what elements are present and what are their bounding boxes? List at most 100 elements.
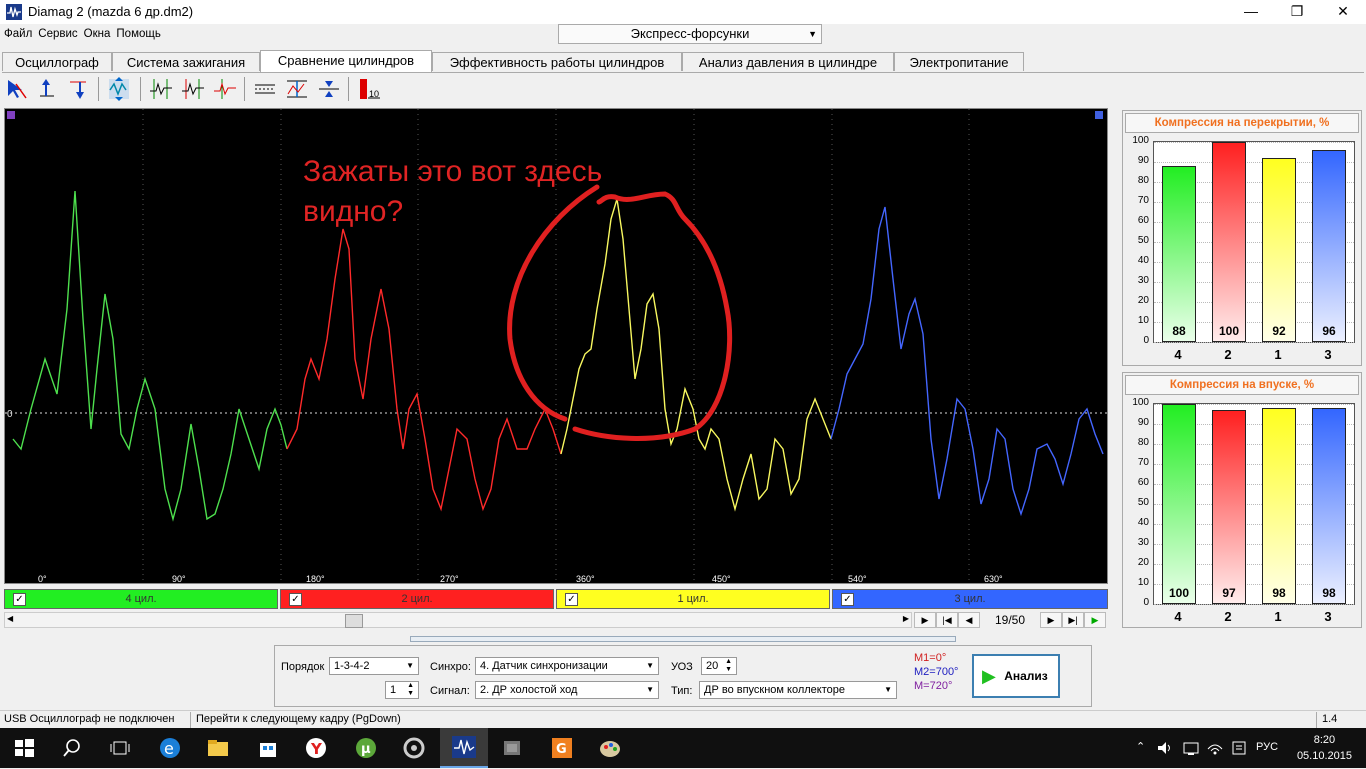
marker-2-handle[interactable] bbox=[1095, 111, 1103, 119]
tab-power[interactable]: Электропитание bbox=[894, 52, 1024, 71]
cylinder-4-label: 4 цил. bbox=[125, 593, 157, 605]
store-icon[interactable] bbox=[256, 736, 280, 760]
check-icon[interactable]: ✓ bbox=[13, 593, 26, 606]
cylinder-3-toggle[interactable]: ✓ 3 цил. bbox=[832, 589, 1108, 609]
cursors-icon bbox=[150, 79, 172, 99]
compress-button[interactable] bbox=[316, 76, 342, 102]
cylinder-1-toggle[interactable]: ✓ 1 цил. bbox=[556, 589, 830, 609]
bar-cyl-3 bbox=[1312, 150, 1346, 342]
zero-label: 0 bbox=[7, 409, 13, 420]
signal-select[interactable]: 2. ДР холостой ход ▼ bbox=[475, 681, 659, 699]
utorrent-icon[interactable]: µ bbox=[354, 736, 378, 760]
play-icon: ▶ bbox=[1091, 615, 1099, 625]
sync-select[interactable]: 4. Датчик синхронизации ▼ bbox=[475, 657, 659, 675]
network-icon[interactable] bbox=[1182, 739, 1200, 757]
yandex-browser-icon[interactable]: Y bbox=[304, 736, 328, 760]
tray-chevron-up-icon[interactable]: ⌃ bbox=[1136, 740, 1145, 753]
y-tick-label: 80 bbox=[1137, 437, 1149, 448]
tab-bar: Осциллограф Система зажигания Сравнение … bbox=[2, 50, 1364, 73]
scale-10-button[interactable]: 10 bbox=[356, 76, 382, 102]
clock-date: 05.10.2015 bbox=[1296, 750, 1352, 762]
type-select[interactable]: ДР во впускном коллекторе ▼ bbox=[699, 681, 897, 699]
uoz-spinner[interactable]: 20 ▲ ▼ bbox=[701, 657, 737, 675]
y-tick-label: 80 bbox=[1137, 175, 1149, 186]
edge-browser-icon[interactable]: e bbox=[158, 736, 182, 760]
amplitude-button[interactable] bbox=[284, 76, 310, 102]
scrollbar-thumb[interactable] bbox=[345, 614, 363, 628]
volume-icon[interactable] bbox=[1156, 739, 1174, 757]
menu-help[interactable]: Помощь bbox=[116, 28, 160, 40]
analyze-button[interactable]: ▶ Анализ bbox=[972, 654, 1060, 698]
toolbar: 10 bbox=[0, 73, 1366, 105]
tab-ignition[interactable]: Система зажигания bbox=[112, 52, 260, 71]
minimize-button[interactable]: — bbox=[1228, 0, 1274, 24]
menu-file[interactable]: Файл bbox=[4, 28, 32, 40]
y-tick-label: 30 bbox=[1137, 275, 1149, 286]
auto-scale-button[interactable] bbox=[106, 76, 132, 102]
office-app-icon[interactable]: G bbox=[550, 736, 574, 760]
grid-lines-button[interactable] bbox=[252, 76, 278, 102]
order-spinner[interactable]: 1 ▲ ▼ bbox=[385, 681, 419, 699]
menu-windows[interactable]: Окна bbox=[84, 28, 111, 40]
svg-text:G: G bbox=[556, 742, 567, 757]
spin-arrows-icon[interactable]: ▲ ▼ bbox=[725, 658, 732, 674]
last-frame-button[interactable]: ▶| bbox=[1062, 612, 1084, 628]
move-down-button[interactable] bbox=[66, 76, 92, 102]
scroll-left-icon[interactable]: ◀ bbox=[7, 614, 13, 623]
cursor-tool-button[interactable] bbox=[4, 76, 30, 102]
toolbar-separator bbox=[98, 77, 99, 101]
cursor-measure-button[interactable] bbox=[180, 76, 206, 102]
steering-app-icon[interactable] bbox=[402, 736, 426, 760]
move-up-button[interactable] bbox=[34, 76, 60, 102]
order-select[interactable]: 1-3-4-2 ▼ bbox=[329, 657, 419, 675]
marker-1-handle[interactable] bbox=[7, 111, 15, 119]
tab-pressure-analysis[interactable]: Анализ давления в цилиндре bbox=[682, 52, 894, 71]
title-bar: Diamag 2 (mazda 6 др.dm2) — ❐ ✕ bbox=[0, 0, 1366, 24]
scroll-right-icon[interactable]: ▶ bbox=[903, 614, 909, 623]
y-tick-label: 40 bbox=[1137, 255, 1149, 266]
version: 1.4 bbox=[1322, 713, 1338, 725]
tab-oscilloscope[interactable]: Осциллограф bbox=[2, 52, 112, 71]
search-icon[interactable] bbox=[60, 736, 84, 760]
language-indicator[interactable]: РУС bbox=[1256, 741, 1278, 753]
windows-start-icon[interactable] bbox=[12, 736, 36, 760]
tab-cylinder-compare[interactable]: Сравнение цилиндров bbox=[260, 50, 432, 72]
mode-select[interactable]: Экспресс-форсунки ▼ bbox=[558, 24, 822, 44]
arrow-right-icon: ▶ bbox=[921, 615, 929, 625]
x-category-label: 3 bbox=[1324, 609, 1332, 624]
horizontal-scrollbar[interactable]: ◀ ▶ bbox=[4, 612, 912, 628]
oscilloscope-view[interactable]: 0 Зажаты это вот здесь видно? bbox=[4, 108, 1108, 584]
check-icon[interactable]: ✓ bbox=[841, 593, 854, 606]
paint-icon[interactable] bbox=[598, 736, 622, 760]
skip-first-icon: |◀ bbox=[942, 615, 952, 625]
cursor-mark-button[interactable] bbox=[212, 76, 238, 102]
step-back-button[interactable]: ▶ bbox=[914, 612, 936, 628]
arrow-up-icon bbox=[40, 79, 54, 97]
menu-service[interactable]: Сервис bbox=[38, 28, 77, 40]
waveform-cyl-3 bbox=[830, 206, 1104, 517]
first-frame-button[interactable]: |◀ bbox=[936, 612, 958, 628]
cylinder-2-toggle[interactable]: ✓ 2 цил. bbox=[280, 589, 554, 609]
file-explorer-icon[interactable] bbox=[206, 736, 230, 760]
cylinder-4-toggle[interactable]: ✓ 4 цил. bbox=[4, 589, 278, 609]
wifi-icon[interactable] bbox=[1206, 739, 1224, 757]
clock[interactable]: 8:20 05.10.2015 bbox=[1297, 732, 1352, 764]
play-button[interactable]: ▶ bbox=[1084, 612, 1106, 628]
notification-icon[interactable] bbox=[1230, 739, 1248, 757]
close-button[interactable]: ✕ bbox=[1320, 0, 1366, 24]
device-app-icon[interactable] bbox=[500, 736, 524, 760]
maximize-button[interactable]: ❐ bbox=[1274, 0, 1320, 24]
taskbar-active-app[interactable] bbox=[440, 728, 488, 768]
tab-cylinder-efficiency[interactable]: Эффективность работы цилиндров bbox=[432, 52, 682, 71]
check-icon[interactable]: ✓ bbox=[565, 593, 578, 606]
diamag-icon bbox=[452, 736, 476, 758]
spin-arrows-icon[interactable]: ▲ ▼ bbox=[407, 682, 414, 698]
panel-splitter[interactable] bbox=[410, 636, 956, 642]
prev-frame-button[interactable]: ◀ bbox=[958, 612, 980, 628]
chart-title: Компрессия на перекрытии, % bbox=[1125, 113, 1359, 133]
next-frame-button[interactable]: ▶ bbox=[1040, 612, 1062, 628]
marker-readout: M1=0° M2=700° M=720° bbox=[914, 652, 958, 692]
cursor-pair-button[interactable] bbox=[148, 76, 174, 102]
task-view-icon[interactable] bbox=[108, 736, 132, 760]
check-icon[interactable]: ✓ bbox=[289, 593, 302, 606]
